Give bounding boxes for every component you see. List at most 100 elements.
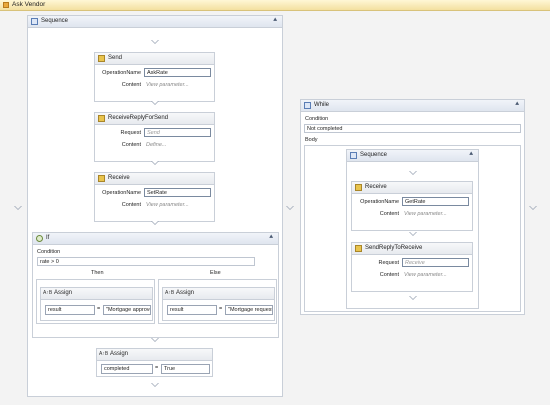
while-title: While [314,102,330,108]
window-title-bar: Ask Vendor [0,0,550,11]
request-label: Request [378,260,400,266]
while-header[interactable]: While ⯅ [301,100,524,112]
receive-header[interactable]: Receive [95,173,214,185]
double-chevron-up-icon[interactable]: ⯅ [272,17,278,25]
assign-icon: A↑B [43,290,53,296]
assign-icon: A↑B [165,290,175,296]
content-define-link[interactable]: Define... [146,142,166,148]
drop-arrow-left[interactable] [14,206,22,210]
inner-sequence-title: Sequence [360,152,388,158]
content-label: Content [121,202,141,208]
send-reply-to-receive-activity[interactable]: SendReplyToReceive Request Receive Conte… [351,242,473,292]
content-label: Content [379,272,399,278]
double-chevron-up-icon[interactable]: ⯅ [514,101,520,109]
send-header[interactable]: Send [95,53,214,65]
receive-title: Receive [365,184,387,190]
assign-to-field[interactable]: result [45,305,95,315]
inner-sequence[interactable]: Sequence ⯅ Receive OperationName GetRate… [346,149,479,309]
assign-to-field[interactable]: result [167,305,217,315]
double-chevron-up-icon[interactable]: ⯅ [268,234,274,242]
request-field[interactable]: Send [144,128,211,137]
content-view-parameter-link[interactable]: View parameter... [404,211,447,217]
assign-header[interactable]: A↑B Assign [41,288,152,300]
condition-label: Condition [305,116,329,122]
drop-arrow[interactable] [151,101,159,105]
request-field[interactable]: Receive [402,258,469,267]
assign-operator: = [219,306,223,312]
main-sequence-title: Sequence [41,18,69,24]
condition-field[interactable]: Not completed [304,124,521,133]
while-body[interactable]: Sequence ⯅ Receive OperationName GetRate… [304,145,521,312]
while-receive-activity[interactable]: Receive OperationName GetRate Content Vi… [351,181,473,231]
then-branch[interactable]: A↑B Assign result = "Mortgage approved [36,279,155,324]
assign-title: Assign [110,351,129,357]
main-sequence-header[interactable]: Sequence ⯅ [28,16,282,28]
then-label: Then [91,270,104,276]
content-label: Content [121,142,141,148]
operation-name-field[interactable]: GetRate [402,197,469,206]
operation-name-label: OperationName [360,199,399,205]
content-view-parameter-link[interactable]: View parameter... [404,272,447,278]
content-view-parameter-link[interactable]: View parameter... [146,82,189,88]
drop-arrow-middle[interactable] [286,206,294,210]
drop-arrow[interactable] [409,171,417,175]
inner-sequence-header[interactable]: Sequence ⯅ [347,150,478,162]
assign-value-field[interactable]: "Mortgage approved [103,305,151,315]
assign-value-field[interactable]: True [161,364,210,374]
else-branch[interactable]: A↑B Assign result = "Mortgage request re [158,279,277,324]
drop-arrow[interactable] [409,232,417,236]
assign-value-field[interactable]: "Mortgage request re [225,305,273,315]
content-label: Content [379,211,399,217]
if-activity[interactable]: If ⯅ Condition rate > 0 Then Else A↑B As… [32,232,279,338]
assign-to-field[interactable]: completed [101,364,153,374]
main-sequence[interactable]: Sequence ⯅ Send OperationName AskRate Co… [27,15,283,397]
condition-field[interactable]: rate > 0 [37,257,255,266]
assign-operator: = [155,365,159,371]
assign-header[interactable]: A↑B Assign [97,349,212,361]
drop-arrow[interactable] [409,296,417,300]
else-assign-activity[interactable]: A↑B Assign result = "Mortgage request re [162,287,275,321]
receive-reply-header[interactable]: ReceiveReplyForSend [95,113,214,125]
assign-header[interactable]: A↑B Assign [163,288,274,300]
send-title: Send [108,55,123,61]
drop-arrow[interactable] [151,383,159,387]
else-label: Else [210,270,221,276]
assign-icon: A↑B [99,351,109,357]
double-chevron-up-icon[interactable]: ⯅ [468,151,474,159]
window-title: Ask Vendor [12,1,46,8]
if-title: If [46,235,50,241]
drop-arrow-right[interactable] [529,206,537,210]
operation-name-field[interactable]: AskRate [144,68,211,77]
assign-completed-activity[interactable]: A↑B Assign completed = True [96,348,213,377]
assign-title: Assign [54,290,73,296]
drop-arrow[interactable] [151,40,159,44]
operation-name-label: OperationName [102,70,141,76]
sequence-icon [350,152,357,159]
body-label: Body [305,137,318,143]
request-label: Request [120,130,142,136]
if-header[interactable]: If ⯅ [33,233,278,245]
send-reply-title: SendReplyToReceive [365,245,423,251]
receive-icon [355,184,362,191]
if-icon [36,235,43,242]
sequence-icon [31,18,38,25]
receive-reply-for-send-activity[interactable]: ReceiveReplyForSend Request Send Content… [94,112,215,162]
receive-icon [98,175,105,182]
drop-arrow[interactable] [151,161,159,165]
receive-icon [98,115,105,122]
receive-title: Receive [108,175,130,181]
send-activity[interactable]: Send OperationName AskRate Content View … [94,52,215,102]
receive-reply-title: ReceiveReplyForSend [108,115,169,121]
receive-activity[interactable]: Receive OperationName SetRate Content Vi… [94,172,215,222]
workflow-icon [3,2,9,8]
assign-title: Assign [176,290,195,296]
then-assign-activity[interactable]: A↑B Assign result = "Mortgage approved [40,287,153,321]
content-view-parameter-link[interactable]: View parameter... [146,202,189,208]
drop-arrow[interactable] [151,338,159,342]
send-reply-header[interactable]: SendReplyToReceive [352,243,472,255]
while-activity[interactable]: While ⯅ Condition Not completed Body Seq… [300,99,525,315]
operation-name-field[interactable]: SetRate [144,188,211,197]
receive-header[interactable]: Receive [352,182,472,194]
condition-label: Condition [37,249,61,255]
drop-arrow[interactable] [151,221,159,225]
